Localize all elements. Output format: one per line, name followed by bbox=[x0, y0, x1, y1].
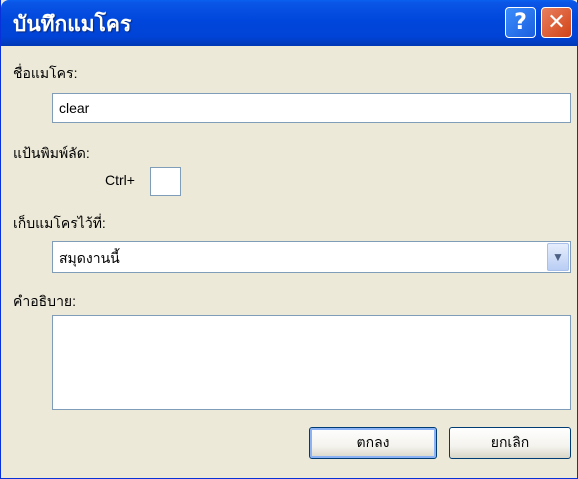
store-in-value: สมุดงานนี้ bbox=[59, 250, 120, 266]
store-in-select[interactable]: สมุดงานนี้ ▼ bbox=[52, 241, 571, 273]
title-bar[interactable]: บันทึกแมโคร ? ✕ bbox=[1, 0, 578, 46]
shortcut-prefix: Ctrl+ bbox=[105, 172, 135, 188]
record-macro-dialog: บันทึกแมโคร ? ✕ ชื่อแมโคร: clear แป้นพิม… bbox=[0, 0, 578, 479]
cancel-button-label: ยกเลิก bbox=[490, 434, 530, 450]
help-icon: ? bbox=[514, 10, 527, 35]
macro-name-label: ชื่อแมโคร: bbox=[13, 65, 78, 81]
cancel-button[interactable]: ยกเลิก bbox=[449, 427, 571, 459]
shortcut-key-input[interactable] bbox=[150, 167, 181, 196]
close-icon: ✕ bbox=[547, 10, 566, 35]
dialog-title: บันทึกแมโคร bbox=[13, 11, 132, 36]
description-label: คำอธิบาย: bbox=[13, 293, 77, 309]
help-button[interactable]: ? bbox=[505, 7, 536, 38]
description-textarea[interactable] bbox=[52, 315, 571, 410]
store-in-label: เก็บแมโครไว้ที่: bbox=[13, 215, 106, 231]
ok-button-label: ตกลง bbox=[356, 434, 390, 450]
macro-name-value: clear bbox=[59, 100, 90, 116]
close-button[interactable]: ✕ bbox=[541, 7, 572, 38]
chevron-down-icon[interactable]: ▼ bbox=[547, 243, 569, 271]
ok-button[interactable]: ตกลง bbox=[309, 427, 437, 459]
macro-name-input[interactable]: clear bbox=[52, 93, 571, 123]
shortcut-label: แป้นพิมพ์ลัด: bbox=[13, 145, 90, 161]
